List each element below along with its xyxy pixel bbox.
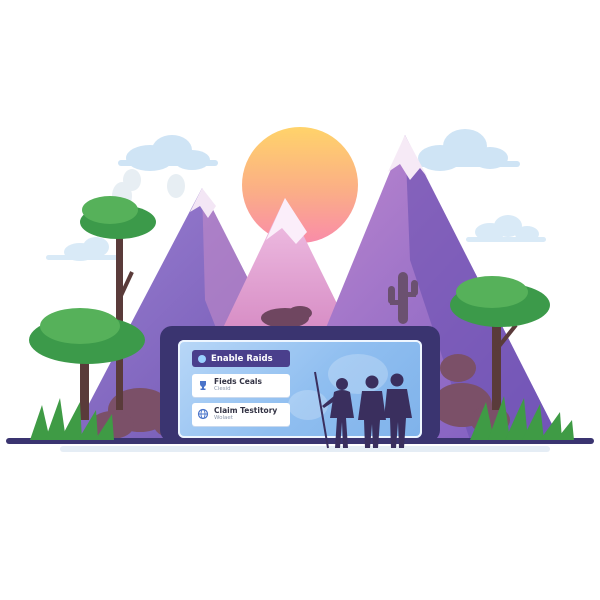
cloud-left [118, 135, 218, 171]
task-card-fieds-ceals[interactable]: Fieds Ceals Ciesid [192, 374, 290, 397]
trophy-icon [200, 381, 206, 390]
cloud-small-right [466, 215, 546, 242]
cloud-right [418, 129, 520, 171]
globe-icon [197, 408, 209, 420]
task-card-title: Fieds Ceals [214, 377, 262, 386]
task-card-claim-territory[interactable]: Claim Testitory Wolaet [192, 403, 290, 426]
enable-raids-label: Enable Raids [211, 353, 273, 364]
task-card-subtitle: Wolaet [214, 415, 233, 421]
cloud-small-left [46, 237, 118, 261]
illustration-scene [6, 127, 594, 452]
task-card-title: Claim Testitory [214, 406, 278, 415]
shield-icon [198, 354, 206, 363]
enable-raids-button[interactable]: Enable Raids [192, 350, 290, 367]
adventurers-group [314, 371, 412, 449]
task-card-subtitle: Ciesid [214, 386, 231, 392]
